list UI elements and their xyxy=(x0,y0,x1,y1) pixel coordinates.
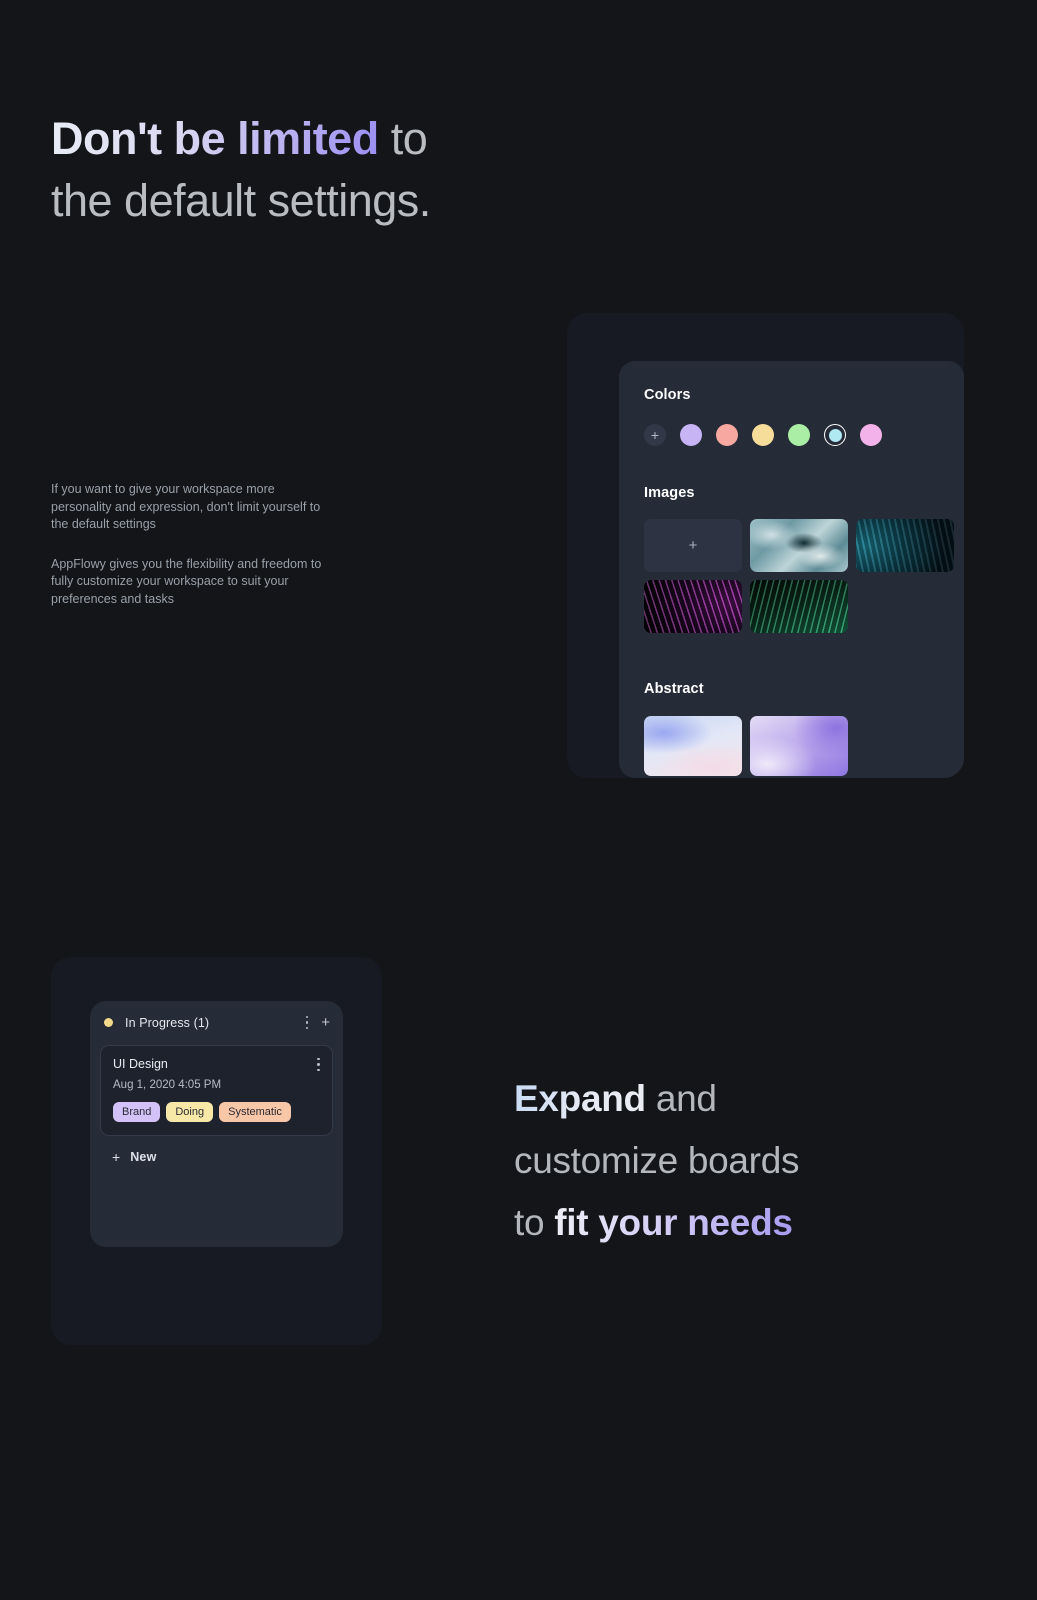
secondary-headline: Expand and customize boards to fit your … xyxy=(514,1068,799,1254)
card-date: Aug 1, 2020 4:05 PM xyxy=(113,1079,222,1091)
card-header: UI Design xyxy=(113,1057,320,1071)
body-paragraph-2: AppFlowy gives you the flexibility and f… xyxy=(51,556,322,606)
colors-section: Colors + xyxy=(644,387,964,446)
kanban-column-actions: + xyxy=(305,1015,330,1030)
add-new-card-button[interactable]: + New xyxy=(112,1150,343,1164)
abstract-thumbnail-grid xyxy=(644,716,964,776)
color-swatch-salmon[interactable] xyxy=(716,424,738,446)
kanban-column-header: In Progress (1) + xyxy=(90,1001,343,1030)
add-color-button[interactable]: + xyxy=(644,424,666,446)
color-swatch-cyan-selected[interactable] xyxy=(824,424,846,446)
customize-panel-backdrop: Colors + Images + Abstract xyxy=(567,313,964,778)
secondary-headline-reg-2: to xyxy=(514,1202,555,1243)
image-thumbnail-green-waves[interactable] xyxy=(750,580,848,633)
color-swatch-row: + xyxy=(644,424,964,446)
hero-headline-bold: Don't be limited xyxy=(51,113,379,164)
column-more-menu-icon[interactable] xyxy=(305,1016,308,1029)
secondary-headline-reg-1: and xyxy=(645,1078,717,1119)
abstract-section: Abstract xyxy=(644,681,964,776)
image-thumbnail-marble-blue[interactable] xyxy=(750,519,848,572)
color-swatch-purple[interactable] xyxy=(680,424,702,446)
add-image-button[interactable]: + xyxy=(644,519,742,572)
kanban-card-ui-design[interactable]: UI Design Aug 1, 2020 4:05 PM Brand Doin… xyxy=(100,1045,333,1136)
plus-icon: + xyxy=(112,1148,121,1165)
card-title: UI Design xyxy=(113,1057,168,1071)
images-thumbnail-grid: + xyxy=(644,519,964,633)
kanban-panel-backdrop: In Progress (1) + UI Design Aug 1, 2020 … xyxy=(51,957,382,1345)
add-card-icon[interactable]: + xyxy=(321,1015,330,1030)
abstract-section-title: Abstract xyxy=(644,681,704,697)
page-root: Don't be limited to the default settings… xyxy=(0,0,1037,1600)
secondary-headline-bold-2: fit your needs xyxy=(554,1202,793,1243)
card-tag-brand[interactable]: Brand xyxy=(113,1102,161,1122)
body-paragraph-1: If you want to give your workspace more … xyxy=(51,482,321,531)
images-section: Images + xyxy=(644,485,964,633)
hero-body-copy: If you want to give your workspace more … xyxy=(51,481,329,608)
secondary-headline-bold-1: Expand xyxy=(514,1078,646,1119)
kanban-column: In Progress (1) + UI Design Aug 1, 2020 … xyxy=(90,1001,343,1247)
card-tag-row: Brand Doing Systematic xyxy=(113,1102,320,1122)
color-swatch-yellow[interactable] xyxy=(752,424,774,446)
card-tag-systematic[interactable]: Systematic xyxy=(219,1102,291,1122)
hero-headline: Don't be limited to the default settings… xyxy=(51,108,431,232)
hero-headline-tail: to xyxy=(378,113,428,164)
hero-headline-line2: the default settings. xyxy=(51,175,431,226)
image-thumbnail-teal-waves[interactable] xyxy=(856,519,954,572)
card-tag-doing[interactable]: Doing xyxy=(166,1102,214,1122)
add-new-card-label: New xyxy=(130,1149,157,1164)
status-dot-icon xyxy=(104,1018,113,1027)
color-swatch-green[interactable] xyxy=(788,424,810,446)
image-thumbnail-magenta-waves[interactable] xyxy=(644,580,742,633)
abstract-thumbnail-violet-wave[interactable] xyxy=(750,716,848,776)
images-section-title: Images xyxy=(644,485,695,501)
card-more-menu-icon[interactable] xyxy=(317,1058,320,1071)
secondary-headline-line2: customize boards xyxy=(514,1140,800,1181)
kanban-column-title: In Progress (1) xyxy=(125,1015,210,1030)
colors-section-title: Colors xyxy=(644,387,691,403)
abstract-thumbnail-lavender-wave[interactable] xyxy=(644,716,742,776)
customize-panel: Colors + Images + Abstract xyxy=(619,361,964,778)
color-swatch-pink[interactable] xyxy=(860,424,882,446)
